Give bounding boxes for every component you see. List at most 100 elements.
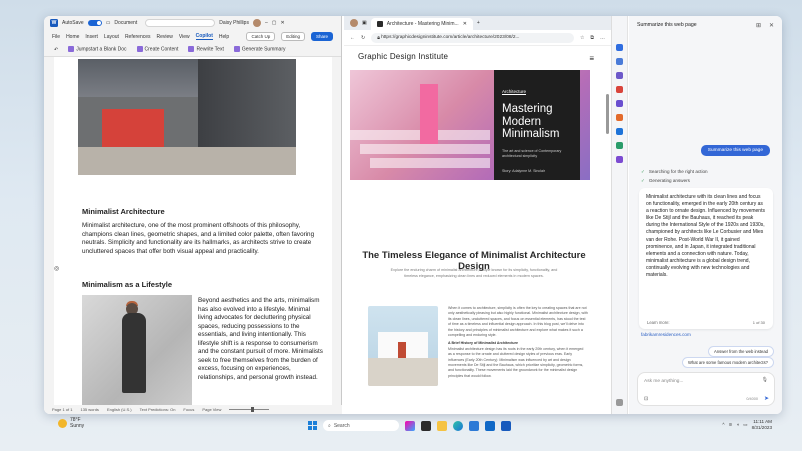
ribbon-rewrite-text[interactable]: Rewrite Text [188,46,224,53]
more-icon[interactable]: … [600,35,605,41]
catch-up-button[interactable]: Catch Up [246,32,276,41]
menu-home[interactable]: Home [66,34,79,40]
battery-icon[interactable]: ▭ [743,422,747,428]
outlook-icon[interactable] [616,128,623,135]
collections-icon[interactable]: ⧉ [590,35,594,41]
taskbar-search[interactable]: ⌕ Search [323,420,399,431]
ribbon-jumpstart[interactable]: Jumpstart a Blank Doc [68,46,127,53]
menu-references[interactable]: References [125,34,151,40]
shopping-icon[interactable] [616,72,623,79]
url-field[interactable]: 🔒︎ https://graphicdesigninstitute.com/ar… [371,32,574,43]
menu-copilot[interactable]: Copilot [195,33,213,40]
copilot-margin-icon[interactable]: ◎ [54,265,62,273]
hamburger-menu-icon[interactable]: ≡ [589,54,594,63]
undo-icon[interactable]: ↶ [54,47,58,53]
copilot-answer-card: Minimalist architecture with its clean l… [639,188,773,329]
menu-layout[interactable]: Layout [104,34,119,40]
add-sidebar-icon[interactable] [616,399,623,406]
copilot-close-icon[interactable]: ✕ [769,22,774,29]
menu-help[interactable]: Help [219,34,229,40]
pink-column-image [420,84,438,144]
heading-minimalism-lifestyle: Minimalism as a Lifestyle [82,280,173,289]
hero-byline: Story: Adalynne M. Sinclair [502,168,545,173]
avatar[interactable] [252,19,261,27]
answer-text: Minimalist architecture with its clean l… [646,194,765,279]
taskbar-center: ⌕ Search [308,420,511,431]
site-name[interactable]: Graphic Design Institute [358,52,448,61]
ask-box[interactable]: Ask me anything... 🎙︎ ⊡ 0/4000 ➤ [637,372,775,406]
minimize-icon[interactable]: – [265,20,268,26]
menu-review[interactable]: Review [157,34,173,40]
volume-icon[interactable]: ◖ [736,422,739,427]
menu-view[interactable]: View [179,34,190,40]
word-taskbar-icon[interactable] [501,420,511,431]
maximize-icon[interactable]: ▢ [272,20,277,26]
games-icon[interactable] [616,100,623,107]
search-sidebar-icon[interactable] [616,58,623,65]
task-view-icon[interactable] [421,420,431,431]
tab-close-icon[interactable]: ✕ [463,21,467,27]
favorite-icon[interactable]: ☆ [580,35,584,41]
char-count: 0/4000 [746,397,758,401]
back-icon[interactable]: ← [350,35,355,41]
sun-icon [58,419,67,428]
menu-insert[interactable]: Insert [85,34,98,40]
white-house-image [368,306,438,386]
summarize-page-button[interactable]: Summarize this web page [700,145,770,156]
editing-dropdown[interactable]: Editing [281,32,305,41]
tools-icon[interactable] [616,86,623,93]
page-scrollbar[interactable] [606,94,609,134]
taskbar: 78°F Sunny ⌕ Search ^ ≋ ◖ ▭ 11:11 AM 8/31/2… [44,414,782,440]
edge-icon[interactable] [453,420,463,431]
store-icon[interactable] [469,420,479,431]
source-link[interactable]: fabrikamresidences.com [641,332,691,337]
article-body-p1: When it comes to architecture, simplicit… [448,306,588,338]
open-new-icon[interactable]: ⊞ [756,22,761,29]
outlook-taskbar-icon[interactable] [485,420,495,431]
web-page[interactable]: Graphic Design Institute ≡ Architecture … [348,48,600,414]
suggestion-web[interactable]: Answer from the web instead [708,346,774,357]
copilot-sidebar-icon[interactable] [616,44,623,51]
status-page-view[interactable]: Page View [202,407,221,412]
weather-widget[interactable]: 78°F Sunny [58,417,84,429]
status-focus[interactable]: Focus [183,407,194,412]
zoom-slider[interactable] [229,407,270,412]
ask-input[interactable]: Ask me anything... [644,379,683,384]
drop-icon[interactable] [616,142,623,149]
copilot-taskbar-icon[interactable] [405,420,415,431]
mic-icon[interactable]: 🎙︎ [762,377,768,383]
tab-architecture[interactable]: Architecture - Mastering Minim... ✕ [370,18,473,30]
ribbon-create-content[interactable]: Create Content [136,46,178,53]
office-icon[interactable] [616,114,623,121]
chevron-up-icon[interactable]: ^ [722,422,724,427]
autosave-toggle[interactable] [87,20,102,26]
save-icon[interactable]: ▭ [106,20,111,26]
copilot-ribbon: ↶ Jumpstart a Blank Doc Create Content R… [44,43,341,57]
hero-tag: Architecture [502,89,527,95]
copilot-header: Summarize this web page ⊞ ✕ [629,16,782,34]
word-search-input[interactable] [145,19,216,27]
close-icon[interactable]: ✕ [280,20,284,26]
refresh-icon[interactable]: ↻ [361,35,365,41]
suggestion-architects[interactable]: What are some famous modern architects? [681,357,774,368]
ribbon-generate-summary[interactable]: Generate Summary [233,46,286,53]
tab-actions-icon[interactable]: ▣ [362,20,367,26]
status-language[interactable]: English (U.S.) [107,407,132,412]
rewrite-icon [188,46,195,53]
image-upload-icon[interactable]: ⊡ [644,396,648,402]
status-predictions[interactable]: Text Predictions: On [140,407,176,412]
designer-icon[interactable] [616,156,623,163]
profile-avatar[interactable] [350,19,358,27]
article-body-p2: Minimalist architecture design has its r… [448,346,584,378]
share-button[interactable]: Share [310,32,333,41]
step-generating: ✓ Generating answers [641,178,690,183]
document-page[interactable]: Minimalist Architecture Minimalist archi… [54,57,332,405]
windows-start-icon[interactable] [308,421,317,430]
send-icon[interactable]: ➤ [764,395,769,402]
wifi-icon[interactable]: ≋ [729,422,733,428]
file-explorer-icon[interactable] [437,420,447,431]
menu-file[interactable]: File [52,34,60,40]
search-icon: ⌕ [328,422,331,429]
clock[interactable]: 11:11 AM 8/31/2023 [752,419,772,430]
new-tab-icon[interactable]: + [477,20,480,26]
